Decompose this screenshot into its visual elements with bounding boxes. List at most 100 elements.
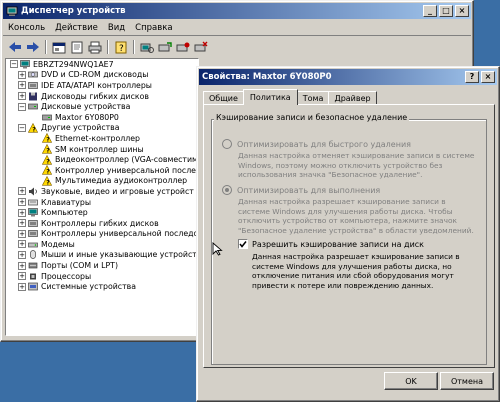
tree-node-label: Контроллеры универсальной последо <box>41 229 199 239</box>
collapse-icon[interactable]: − <box>10 60 18 69</box>
modem-icon <box>28 240 38 249</box>
menu-view[interactable]: Вид <box>103 23 130 33</box>
print-icon[interactable] <box>87 39 103 55</box>
checkbox-box <box>238 239 248 249</box>
tree-node[interactable]: ? Ethernet-контроллер <box>6 133 198 144</box>
warning-icon: ? <box>41 143 53 154</box>
write-cache-checkbox[interactable]: Разрешить кэширование записи на диск <box>238 239 424 249</box>
scan-hardware-icon[interactable] <box>139 39 155 55</box>
svg-text:?: ? <box>46 147 50 154</box>
tree-node[interactable]: + Системные устройства <box>6 281 198 292</box>
menu-console[interactable]: Консоль <box>3 23 50 33</box>
properties-icon[interactable] <box>69 39 85 55</box>
tree-node[interactable]: + Контроллеры гибких дисков <box>6 218 198 229</box>
tree-node[interactable]: −? Другие устройства <box>6 122 198 133</box>
tree-node[interactable]: ? SM контроллер шины <box>6 143 198 154</box>
up-level-icon[interactable] <box>51 39 67 55</box>
menu-help[interactable]: Справка <box>130 23 177 33</box>
tree-node[interactable]: ? Видеоконтроллер (VGA-совместим <box>6 154 198 165</box>
uninstall-device-icon[interactable] <box>193 39 209 55</box>
properties-title: Свойства: Maxtor 6Y080P0 <box>202 72 332 82</box>
disable-device-icon[interactable] <box>175 39 191 55</box>
collapse-icon[interactable]: − <box>18 123 26 132</box>
maximize-button[interactable]: □ <box>439 5 453 17</box>
cancel-button[interactable]: Отмена <box>440 372 494 390</box>
tree-node-label: IDE ATA/ATAPI контроллеры <box>41 80 152 90</box>
expand-icon[interactable]: + <box>18 261 26 270</box>
radio-circle <box>222 139 232 149</box>
tree-node[interactable]: + Мыши и иные указывающие устройст <box>6 250 198 261</box>
tree-node[interactable]: + Контроллеры универсальной последо <box>6 229 198 240</box>
tree-node[interactable]: + Модемы <box>6 239 198 250</box>
tree-node-label: Ethernet-контроллер <box>55 133 140 143</box>
expand-icon[interactable]: + <box>18 229 26 238</box>
tree-node-label: Дисководы гибких дисков <box>41 91 149 101</box>
warning-icon: ? <box>41 133 53 144</box>
expand-icon[interactable]: + <box>18 187 26 196</box>
menu-bar: Консоль Действие Вид Справка <box>3 21 471 36</box>
tree-node[interactable]: + Компьютер <box>6 207 198 218</box>
tree-node[interactable]: + Звуковые, видео и игровые устройст <box>6 186 198 197</box>
tree-node[interactable]: + IDE ATA/ATAPI контроллеры <box>6 80 198 91</box>
svg-text:?: ? <box>46 158 50 165</box>
tree-node[interactable]: − Дисковые устройства <box>6 101 198 112</box>
expand-icon[interactable]: + <box>18 70 26 79</box>
warning-icon: ? <box>27 122 39 133</box>
properties-titlebar[interactable]: Свойства: Maxtor 6Y080P0 ? × <box>199 69 497 85</box>
expand-icon[interactable]: + <box>18 92 26 101</box>
menu-action[interactable]: Действие <box>50 23 103 33</box>
disk-icon <box>42 113 52 122</box>
expand-icon[interactable]: + <box>18 250 26 259</box>
expand-icon[interactable]: + <box>18 198 26 207</box>
disk-icon <box>28 102 38 111</box>
computer-icon <box>28 208 38 217</box>
tree-node-label: Системные устройства <box>41 282 136 292</box>
properties-dialog: Свойства: Maxtor 6Y080P0 ? × Общие Полит… <box>196 66 500 402</box>
expand-icon[interactable]: + <box>18 219 26 228</box>
tree-node[interactable]: + Порты (COM и LPT) <box>6 260 198 271</box>
tab-driver[interactable]: Драйвер <box>328 91 377 105</box>
tree-node[interactable]: + Дисководы гибких дисков <box>6 91 198 102</box>
sound-icon <box>28 187 38 196</box>
close-button[interactable]: × <box>481 71 495 83</box>
tree-node[interactable]: − EBRZT294NWQ1AE7 <box>6 59 198 70</box>
checkmark-icon <box>239 241 247 248</box>
expand-icon[interactable]: + <box>18 282 26 291</box>
device-tree[interactable]: − EBRZT294NWQ1AE7 + DVD и CD-ROM дисководы +… <box>5 58 199 336</box>
quick-removal-radio[interactable]: Оптимизировать для быстрого удаления <box>222 139 411 149</box>
floppy-icon <box>28 92 38 101</box>
help-icon[interactable]: ? <box>113 39 129 55</box>
tree-node[interactable]: ? Контроллер универсальной послед <box>6 165 198 176</box>
performance-radio[interactable]: Оптимизировать для выполнения <box>222 185 380 195</box>
tree-node[interactable]: + DVD и CD-ROM дисководы <box>6 70 198 81</box>
tab-volumes[interactable]: Тома <box>296 91 330 105</box>
svg-text:?: ? <box>46 137 50 144</box>
tab-policy[interactable]: Политика <box>242 89 298 105</box>
computer-icon <box>20 59 30 69</box>
device-manager-titlebar[interactable]: Диспетчер устройств _ □ × <box>3 3 471 19</box>
expand-icon[interactable]: + <box>18 81 26 90</box>
tab-general[interactable]: Общие <box>203 91 244 105</box>
write-cache-label: Разрешить кэширование записи на диск <box>252 239 425 249</box>
toolbar-separator <box>133 40 135 54</box>
tree-node[interactable]: + Процессоры <box>6 271 198 282</box>
tree-node-label: Дисковые устройства <box>41 102 131 112</box>
close-button[interactable]: × <box>455 5 469 17</box>
tree-node-label: Другие устройства <box>41 123 120 133</box>
expand-icon[interactable]: + <box>18 272 26 281</box>
help-button[interactable]: ? <box>465 71 479 83</box>
forward-icon[interactable] <box>25 39 41 55</box>
minimize-button[interactable]: _ <box>423 5 437 17</box>
expand-icon[interactable]: + <box>18 240 26 249</box>
update-driver-icon[interactable] <box>157 39 173 55</box>
keyboard-icon <box>28 198 38 207</box>
tree-node[interactable]: ? Мультимедиа аудиоконтроллер <box>6 175 198 186</box>
tree-node[interactable]: Maxtor 6Y080P0 <box>6 112 198 123</box>
back-icon[interactable] <box>7 39 23 55</box>
tree-node-label: Maxtor 6Y080P0 <box>55 112 119 122</box>
expand-icon[interactable]: + <box>18 208 26 217</box>
collapse-icon[interactable]: − <box>18 102 26 111</box>
ok-button[interactable]: OK <box>384 372 438 390</box>
tree-node[interactable]: + Клавиатуры <box>6 197 198 208</box>
svg-text:?: ? <box>46 179 50 186</box>
